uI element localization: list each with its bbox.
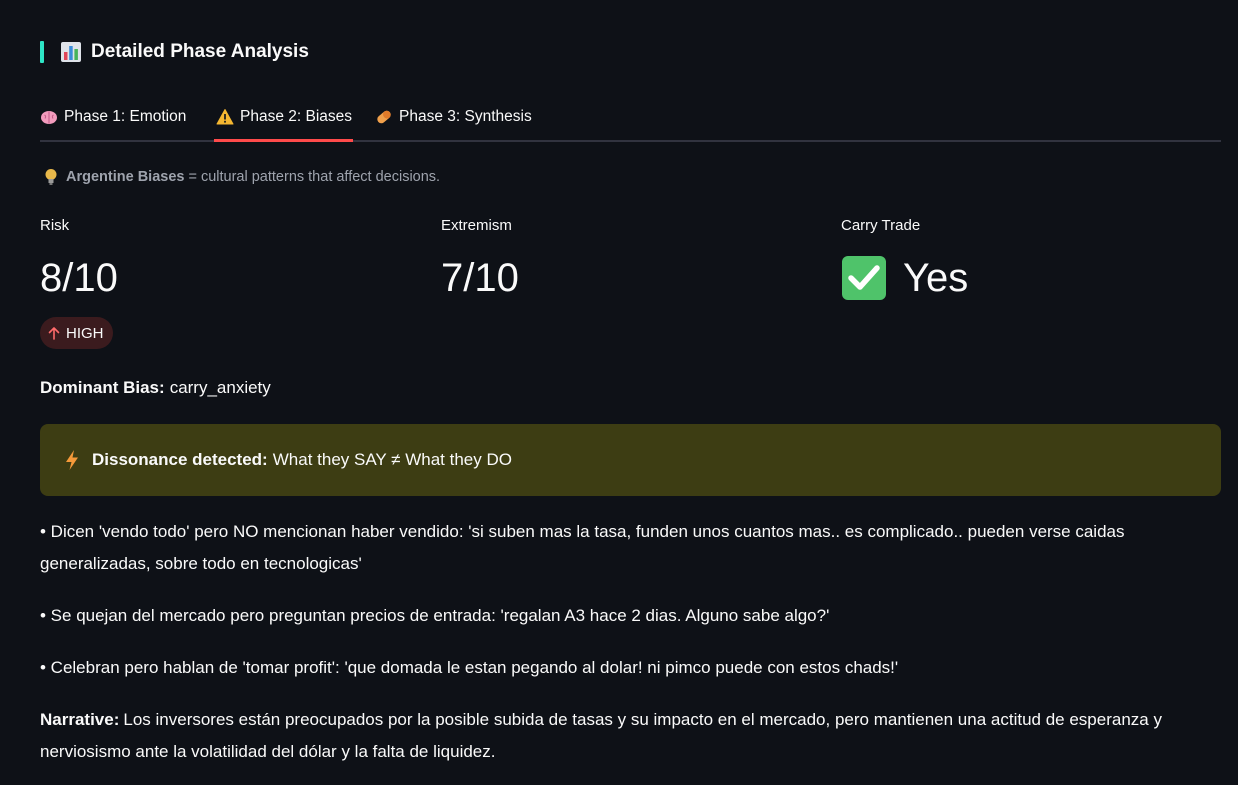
lightbulb-icon — [45, 169, 57, 185]
metric-label: Extremism — [441, 217, 512, 234]
section-heading: Detailed Phase Analysis — [40, 38, 309, 66]
delta-text: HIGH — [66, 324, 104, 342]
heading-accent-bar — [40, 41, 44, 63]
dominant-bias-label: Dominant Bias: — [40, 378, 165, 397]
metric-extremism: Extremism 7/10 — [441, 215, 519, 301]
tab-phase-1-emotion[interactable]: Phase 1: Emotion — [40, 96, 186, 142]
metric-risk: Risk 8/10 HIGH — [40, 215, 118, 349]
tab-phase-2-biases[interactable]: Phase 2: Biases — [216, 96, 352, 142]
metric-value: 8/10 — [40, 256, 118, 300]
tab-phase-3-synthesis[interactable]: Phase 3: Synthesis — [375, 96, 532, 142]
brain-icon — [41, 111, 57, 124]
caption-text: = cultural patterns that affect decision… — [188, 169, 441, 185]
metric-value-row: Yes — [841, 255, 968, 301]
alert-text: What they SAY ≠ What they DO — [272, 450, 512, 469]
caption: Argentine Biases = cultural patterns tha… — [44, 166, 440, 188]
metric-label: Carry Trade — [841, 217, 921, 234]
list-item: • Dicen 'vendo todo' pero NO mencionan h… — [40, 522, 1125, 573]
metric-value: 7/10 — [441, 256, 519, 300]
alert-bold: Dissonance detected: — [92, 450, 268, 469]
pill-icon — [377, 110, 391, 124]
narrative: Narrative: Los inversores están preocupad… — [40, 704, 1210, 768]
dominant-bias: Dominant Bias: carry_anxiety — [40, 376, 271, 400]
tab-label: Phase 1: Emotion — [64, 108, 187, 125]
check-mark-icon — [842, 256, 886, 300]
caption-bold: Argentine Biases — [66, 169, 185, 185]
lightning-icon — [66, 450, 78, 470]
active-tab-indicator — [214, 139, 353, 142]
dissonance-alert: Dissonance detected: What they SAY ≠ Wha… — [40, 424, 1221, 496]
list-item: • Se quejan del mercado pero preguntan p… — [40, 606, 830, 625]
arrow-up-icon — [48, 327, 60, 340]
list-item: • Celebran pero hablan de 'tomar profit'… — [40, 658, 899, 677]
narrative-label: Narrative: — [40, 710, 120, 729]
delta-badge: HIGH — [40, 317, 113, 349]
metric-label: Risk — [40, 217, 70, 234]
metric-value: Yes — [903, 256, 969, 300]
tab-label: Phase 3: Synthesis — [399, 108, 532, 125]
bar-chart-icon — [61, 42, 81, 62]
metric-carry-trade: Carry Trade Yes — [841, 215, 968, 301]
narrative-text: Los inversores están preocupados por la … — [40, 710, 1162, 761]
dominant-bias-value: carry_anxiety — [169, 378, 271, 397]
page-title: Detailed Phase Analysis — [91, 41, 309, 62]
warning-icon — [216, 109, 234, 125]
tab-label: Phase 2: Biases — [240, 108, 353, 125]
phase-analysis-panel: Detailed Phase Analysis Phase 1: Emotion… — [40, 0, 1221, 785]
tab-bar: Phase 1: Emotion Phase 2: Biases Phase 3… — [40, 96, 1221, 142]
